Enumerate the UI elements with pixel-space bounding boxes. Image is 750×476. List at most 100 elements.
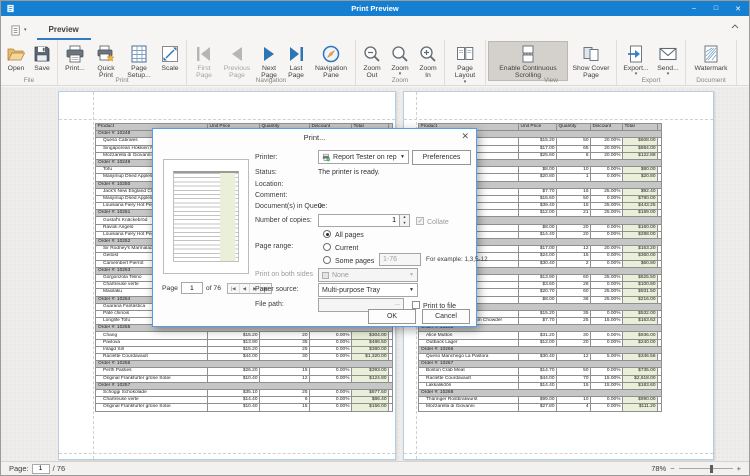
zoom-slider[interactable] [679,465,733,473]
export-button[interactable]: Export... ▾ [619,41,653,78]
last-page-icon [286,44,306,64]
table-cell: $35.10 [208,389,260,396]
table-cell: 25.00% [591,289,623,296]
close-button[interactable]: ✕ [727,1,749,16]
column-header: Discount [591,124,623,131]
page-layout-icon [455,44,475,64]
table-cell: 0.00% [591,260,623,267]
table-cell: $360.00 [623,253,658,260]
column-header: Quantity [557,124,591,131]
table-cell: 0.00% [310,346,352,353]
page-setup-button[interactable]: Page Setup... [122,41,156,81]
table-cell: $625.50 [623,274,658,281]
send-button[interactable]: Send... ▾ [653,41,683,78]
next-page-button[interactable]: Next Page [255,41,283,81]
table-cell: $8.00 [519,224,557,231]
table-cell: $86.40 [352,397,389,404]
table-cell [658,203,662,210]
spin-down-icon[interactable]: ▼ [400,221,409,227]
zoom-icon [390,44,410,64]
zoom-slider-thumb[interactable] [710,465,713,473]
collate-checkbox: Collate [416,217,449,226]
first-page-nav-icon[interactable]: |◀ [228,284,240,293]
last-page-button[interactable]: Last Page [283,41,309,81]
table-cell [658,246,662,253]
maximize-button[interactable]: □ [705,1,727,16]
table-cell: $17.00 [519,246,557,253]
open-button[interactable]: Open [3,41,29,76]
table-cell: 15 [260,404,310,411]
app-menu-icon [11,25,22,36]
table-cell: 0.00% [310,389,352,396]
browse-icon: — [395,302,400,308]
printer-select[interactable]: Report Tester on report ▼ [318,150,409,164]
table-cell: 35 [557,310,591,317]
table-cell: $608.00 [623,138,658,145]
dialog-close-icon[interactable]: ✕ [461,132,469,141]
dialog-page-input[interactable] [181,282,203,294]
zoom-out-icon [362,44,382,64]
table-cell [658,152,662,159]
some-pages-radio[interactable]: Some pages [323,256,374,265]
group-row: Order #: 10268 [419,389,662,396]
title-bar: Print Preview – □ ✕ [1,1,749,16]
table-cell: $13.90 [519,274,557,281]
zoom-button[interactable]: Zoom ▾ [386,41,414,81]
table-cell [658,274,662,281]
save-button[interactable]: Save [29,41,55,76]
table-cell [658,354,662,361]
table-cell: 10 [557,397,591,404]
preferences-button[interactable]: Preferences [412,150,471,165]
ribbon-collapse-button[interactable] [731,16,739,34]
table-cell [658,282,662,289]
table-cell [658,174,662,181]
checkbox-small-icon [322,272,329,279]
zoom-in-icon [418,44,438,64]
zoom-out-button[interactable]: Zoom Out [358,41,386,81]
group-label: Zoom [356,76,444,85]
margin-guide [59,453,395,454]
show-cover-page-button[interactable]: Show Cover Page [568,41,614,81]
group-view: Enable Continuous Scrolling Show Cover P… [486,40,617,85]
current-radio[interactable]: Current [323,243,358,252]
some-pages-label: Some pages [335,258,374,265]
paper-source-select[interactable]: Multi-purpose Tray▼ [318,283,418,297]
zoom-in-button[interactable]: Zoom In [414,41,442,81]
all-pages-radio[interactable]: All pages [323,230,364,239]
minimize-button[interactable]: – [683,1,705,16]
table-cell: 25 [557,318,591,325]
table-cell [658,231,662,238]
application-menu-button[interactable]: ▾ [11,25,27,36]
tab-preview[interactable]: Preview [37,21,91,40]
quick-print-button[interactable]: Quick Print [90,41,122,81]
file-path-label: File path: [255,301,284,308]
group-row: Order #: 10267 [419,361,662,368]
location-label: Location: [255,181,283,188]
previous-page-nav-icon[interactable]: ◀ [240,284,250,293]
table-cell: Outback Lager [419,339,519,346]
table-cell: $15.20 [519,310,557,317]
table-cell: $39.40 [519,203,557,210]
page-range-example: For example: 1,3,5-12 [426,256,488,263]
watermark-button[interactable]: Watermark [688,41,734,76]
printer-label: Printer: [255,154,278,161]
copies-spinner[interactable]: ▲▼ [400,214,410,227]
continuous-scrolling-icon [518,44,538,64]
print-button[interactable]: Print... [60,41,90,81]
cancel-button[interactable]: Cancel [422,309,470,324]
navigation-pane-button[interactable]: Navigation Pane [309,41,353,81]
table-cell: Inlagd Sill [96,346,208,353]
scale-button[interactable]: Scale [156,41,184,81]
radio-selected-icon [323,230,331,238]
table-cell [658,260,662,267]
table-cell: $240.00 [623,339,658,346]
ok-button[interactable]: OK [368,309,416,324]
enable-continuous-scrolling-button[interactable]: Enable Continuous Scrolling [488,41,568,81]
zoom-out-control[interactable]: − [670,464,674,473]
ribbon-toolbar: Open Save File Print... Quick Print [1,40,749,86]
copies-input[interactable] [318,214,400,227]
table-cell [389,397,393,404]
zoom-in-control[interactable]: + [737,464,741,473]
table-cell [389,389,393,396]
status-page-input[interactable] [32,464,50,474]
